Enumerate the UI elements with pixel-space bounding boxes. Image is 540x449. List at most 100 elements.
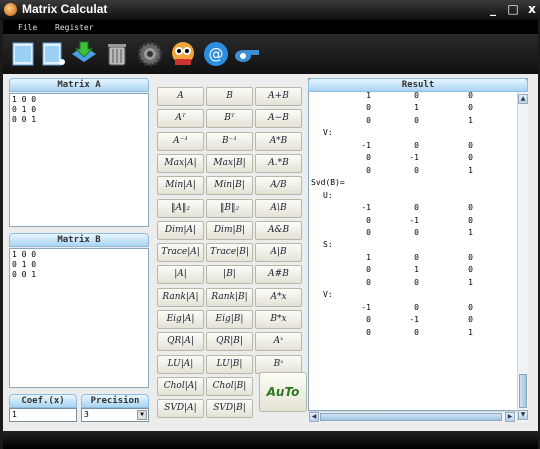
op-button-op-2[interactable]: A*B — [255, 131, 302, 151]
result-value: 0 — [414, 227, 419, 237]
scroll-thumb[interactable] — [519, 374, 527, 408]
precision-value: 3 — [84, 410, 89, 419]
op-button-b-0[interactable]: B — [206, 87, 253, 106]
toolbar: @ — [3, 34, 538, 74]
result-value: 1 — [366, 91, 371, 100]
op-button-b-10[interactable]: Eig|B| — [206, 310, 253, 329]
result-line: V: — [323, 290, 333, 300]
auto-button[interactable]: AuTo — [259, 372, 307, 412]
result-value: -1 — [409, 215, 419, 225]
result-value: 0 — [366, 103, 371, 113]
result-line: 0 1 0 — [309, 265, 519, 275]
result-line: 0 -1 0 — [309, 315, 519, 325]
op-button-op-0[interactable]: A+B — [255, 87, 302, 106]
result-horizontal-scrollbar[interactable]: ◀ ▶ — [308, 411, 517, 422]
result-line: S: — [323, 240, 333, 250]
op-button-b-1[interactable]: Bᵀ — [206, 109, 253, 129]
op-button-op-7[interactable]: A|B — [255, 243, 302, 263]
whistle-icon[interactable] — [233, 40, 261, 68]
new-icon[interactable] — [9, 40, 37, 68]
result-value: 1 — [468, 327, 473, 337]
op-button-a-9[interactable]: Rank|A| — [157, 287, 204, 307]
op-button-op-4[interactable]: A/B — [255, 176, 302, 196]
result-value: 0 — [366, 165, 371, 175]
result-line: V: — [323, 128, 333, 138]
result-value: 0 — [468, 315, 473, 325]
op-button-a-8[interactable]: |A| — [157, 265, 204, 285]
op-button-b-8[interactable]: |B| — [206, 265, 253, 285]
matrix-b-input[interactable]: 1 0 0 0 1 0 0 0 1 — [9, 248, 149, 388]
op-button-b-14[interactable]: SVD|B| — [206, 399, 253, 419]
result-value: 0 — [468, 302, 473, 312]
op-button-a-6[interactable]: Dim|A| — [157, 220, 204, 240]
op-button-a-12[interactable]: LU|A| — [157, 354, 204, 374]
matrix-a-input[interactable]: 1 0 0 0 1 0 0 0 1 — [9, 93, 149, 227]
coef-header: Coef.(x) — [9, 394, 77, 408]
result-line: -1 0 0 — [309, 303, 519, 313]
op-button-op-9[interactable]: A*x — [255, 287, 302, 307]
scroll-left-icon[interactable]: ◀ — [309, 412, 319, 422]
matrix-a-header: Matrix A — [9, 78, 149, 92]
op-button-a-2[interactable]: A⁻¹ — [157, 131, 204, 151]
op-button-b-11[interactable]: QR|B| — [206, 332, 253, 352]
op-button-op-11[interactable]: Aˣ — [255, 332, 302, 352]
op-button-op-8[interactable]: A#B — [255, 265, 302, 285]
op-button-a-13[interactable]: Chol|A| — [157, 376, 204, 396]
gear-icon[interactable] — [136, 40, 164, 68]
op-button-b-2[interactable]: B⁻¹ — [206, 131, 253, 151]
result-vertical-scrollbar[interactable]: ▲ ▼ — [517, 92, 528, 422]
result-line: 1 0 0 — [309, 91, 519, 101]
op-button-a-11[interactable]: QR|A| — [157, 332, 204, 352]
op-button-op-5[interactable]: A\B — [255, 198, 302, 218]
scroll-down-icon[interactable]: ▼ — [518, 410, 528, 420]
email-icon[interactable]: @ — [202, 40, 230, 68]
op-button-a-5[interactable]: ‖A‖₂ — [157, 198, 204, 218]
scroll-right-icon[interactable]: ▶ — [505, 412, 515, 422]
op-button-b-6[interactable]: Dim|B| — [206, 220, 253, 240]
op-button-b-5[interactable]: ‖B‖₂ — [206, 198, 253, 218]
op-button-a-4[interactable]: Min|A| — [157, 176, 204, 196]
coef-input[interactable]: 1 — [9, 408, 77, 422]
result-value: 1 — [468, 277, 473, 287]
precision-select[interactable]: 3 ▼ — [81, 408, 149, 422]
trash-icon[interactable] — [103, 40, 131, 68]
result-output[interactable]: 1 0 0 0 1 0 0 0 1 V: -1 0 0 0 -1 0 0 0 1 Svd(B)= U: -1 0 0 0 -1 0 0… — [308, 78, 528, 411]
op-button-b-9[interactable]: Rank|B| — [206, 287, 253, 307]
result-header: Result — [308, 78, 528, 92]
op-button-a-7[interactable]: Trace|A| — [157, 243, 204, 263]
result-line: Svd(B)= — [311, 178, 345, 188]
op-button-b-3[interactable]: Max|B| — [206, 153, 253, 173]
op-button-a-1[interactable]: Aᵀ — [157, 109, 204, 129]
menu-file[interactable]: File — [18, 23, 37, 32]
op-button-b-12[interactable]: LU|B| — [206, 354, 253, 374]
scroll-up-icon[interactable]: ▲ — [518, 94, 528, 104]
matrix-b-header: Matrix B — [9, 233, 149, 247]
op-button-b-7[interactable]: Trace|B| — [206, 243, 253, 263]
main-panel: Matrix A 1 0 0 0 1 0 0 0 1 Matrix B 1 0 … — [3, 74, 538, 431]
op-button-b-4[interactable]: Min|B| — [206, 176, 253, 196]
chevron-down-icon[interactable]: ▼ — [137, 410, 147, 420]
minimize-button[interactable]: _ — [482, 2, 504, 17]
result-value: 0 — [414, 277, 419, 287]
result-value: 1 — [468, 227, 473, 237]
svg-text:@: @ — [209, 45, 224, 63]
op-button-op-12[interactable]: Bˣ — [255, 354, 302, 374]
op-button-a-14[interactable]: SVD|A| — [157, 399, 204, 419]
op-button-a-10[interactable]: Eig|A| — [157, 310, 204, 329]
mascot-icon[interactable] — [169, 40, 197, 68]
op-button-op-3[interactable]: A.*B — [255, 153, 302, 173]
open-icon[interactable] — [39, 40, 67, 68]
op-button-op-6[interactable]: A&B — [255, 220, 302, 240]
status-bar — [3, 431, 538, 449]
op-button-op-1[interactable]: A−B — [255, 109, 302, 129]
scroll-thumb-horizontal[interactable] — [320, 413, 502, 421]
close-button[interactable]: x — [521, 2, 540, 17]
menu-register[interactable]: Register — [55, 23, 94, 32]
result-value: 0 — [366, 115, 371, 125]
result-line: 0 0 1 — [309, 328, 519, 338]
op-button-b-13[interactable]: Chol|B| — [206, 376, 253, 396]
download-icon[interactable] — [70, 40, 98, 68]
op-button-a-0[interactable]: A — [157, 87, 204, 106]
op-button-op-10[interactable]: B*x — [255, 310, 302, 329]
op-button-a-3[interactable]: Max|A| — [157, 153, 204, 173]
